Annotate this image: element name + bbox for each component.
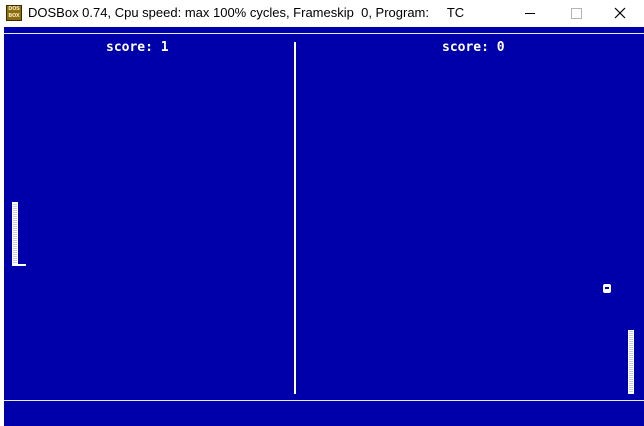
dosbox-app-icon[interactable]: DOS BOX (6, 5, 22, 21)
ball (603, 284, 611, 293)
close-icon (614, 7, 626, 19)
maximize-icon (571, 8, 582, 19)
close-button[interactable] (598, 0, 644, 27)
dosbox-window: DOS BOX DOSBox 0.74, Cpu speed: max 100% … (0, 0, 644, 426)
title-bar[interactable]: DOS BOX DOSBox 0.74, Cpu speed: max 100% … (0, 0, 644, 27)
center-net-line (294, 42, 296, 394)
left-player-score: score: 1 (106, 40, 169, 55)
top-boundary-line (4, 33, 644, 34)
bottom-boundary-line (4, 400, 644, 401)
game-screen[interactable]: score: 1 score: 0 (4, 27, 644, 426)
minimize-button[interactable] (507, 0, 553, 27)
window-title: DOSBox 0.74, Cpu speed: max 100% cycles,… (28, 5, 465, 20)
right-paddle (628, 330, 634, 394)
left-paddle (12, 202, 18, 265)
right-player-score: score: 0 (442, 40, 505, 55)
maximize-button[interactable] (553, 0, 599, 27)
left-paddle-foot (12, 264, 26, 266)
minimize-icon (525, 13, 535, 14)
